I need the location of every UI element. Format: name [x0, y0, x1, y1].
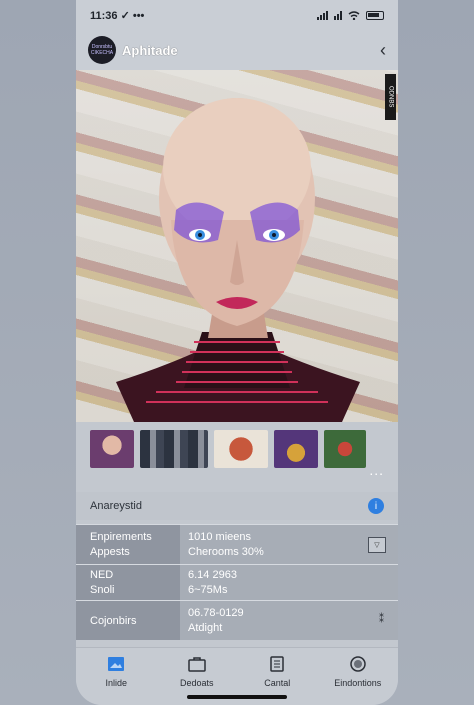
thumbnail-portrait[interactable]: [90, 430, 134, 468]
row-value: 6.14 2963: [188, 569, 237, 581]
tab-dedoats[interactable]: Dedoats: [162, 656, 232, 688]
table-row: Enpirements Appests 1010 mieens Cherooms…: [76, 524, 398, 564]
circle-icon: [350, 656, 366, 672]
row-value: Atdight: [188, 622, 223, 634]
table-row: Cojonbirs 06.78-0129 Atdight ⁑: [76, 600, 398, 640]
row-values: 06.78-0129 Atdight ⁑: [180, 601, 398, 640]
row-values: 1010 mieens Cherooms 30% ▽: [180, 525, 398, 564]
thumbnail-bouquet[interactable]: [324, 430, 366, 468]
thumbnail-group[interactable]: [140, 430, 208, 468]
row-value: 06.78-0129: [188, 607, 244, 619]
page-title: Aphitade: [122, 42, 178, 58]
row-value: 6~75Ms: [188, 584, 228, 596]
status-time: 11:36 ✓ •••: [90, 9, 145, 22]
tab-label: Dedoats: [179, 678, 214, 688]
signal-strength-icon: [334, 10, 342, 20]
details-table: Enpirements Appests 1010 mieens Cherooms…: [76, 524, 398, 640]
row-value: Cherooms 30%: [188, 546, 264, 558]
row-labels: NED Snoli: [76, 565, 180, 600]
row-label: Snoli: [90, 584, 115, 596]
row-label: NED: [90, 569, 114, 581]
row-values: 6.14 2963 6~75Ms: [180, 565, 398, 600]
row-label: Enpirements: [90, 531, 152, 543]
avatar[interactable]: Donrsbtu CIKECHA: [88, 36, 116, 64]
hero-image[interactable]: ODNBS: [76, 70, 398, 422]
tab-eindontions[interactable]: Eindontions: [323, 656, 393, 688]
document-icon: [270, 656, 284, 672]
briefcase-icon: [188, 657, 206, 672]
author-name[interactable]: Anareystid: [90, 500, 142, 512]
thumbnail-figure[interactable]: [274, 430, 318, 468]
cellular-signal-icon: [317, 10, 328, 20]
image-badge: ODNBS: [385, 74, 396, 120]
status-bar: 11:36 ✓ •••: [76, 0, 398, 30]
home-indicator[interactable]: [187, 695, 287, 699]
phone-screen: 11:36 ✓ ••• Donrsbtu CIKECHA Aphitade ‹: [76, 0, 398, 705]
app-header: Donrsbtu CIKECHA Aphitade ‹: [76, 30, 398, 70]
wifi-icon: [348, 10, 360, 20]
tab-label: Cantal: [264, 678, 291, 688]
row-label: Cojonbirs: [90, 614, 137, 627]
expand-icon[interactable]: ⁑: [379, 614, 384, 625]
tab-cantal[interactable]: Cantal: [242, 656, 312, 688]
row-labels: Cojonbirs: [76, 601, 180, 640]
dropdown-icon[interactable]: ▽: [368, 537, 386, 553]
author-row: Anareystid i: [76, 492, 398, 520]
row-value: 1010 mieens: [188, 531, 251, 543]
battery-icon: [366, 10, 384, 20]
thumbnail-strip: [90, 430, 366, 468]
tab-label: Inlide: [105, 678, 127, 688]
tab-inlide[interactable]: Inlide: [81, 656, 151, 688]
table-row: NED Snoli 6.14 2963 6~75Ms: [76, 564, 398, 600]
back-chevron-icon[interactable]: ‹: [380, 40, 386, 61]
status-icons: [317, 10, 384, 20]
info-icon[interactable]: i: [368, 498, 384, 514]
portrait-illustration: [116, 98, 360, 422]
more-thumbnails-icon[interactable]: ...: [369, 462, 384, 478]
thumbnail-creature[interactable]: [214, 430, 268, 468]
row-labels: Enpirements Appests: [76, 525, 180, 564]
row-label: Appests: [90, 546, 130, 558]
tab-label: Eindontions: [334, 678, 382, 688]
image-icon: [108, 657, 125, 671]
